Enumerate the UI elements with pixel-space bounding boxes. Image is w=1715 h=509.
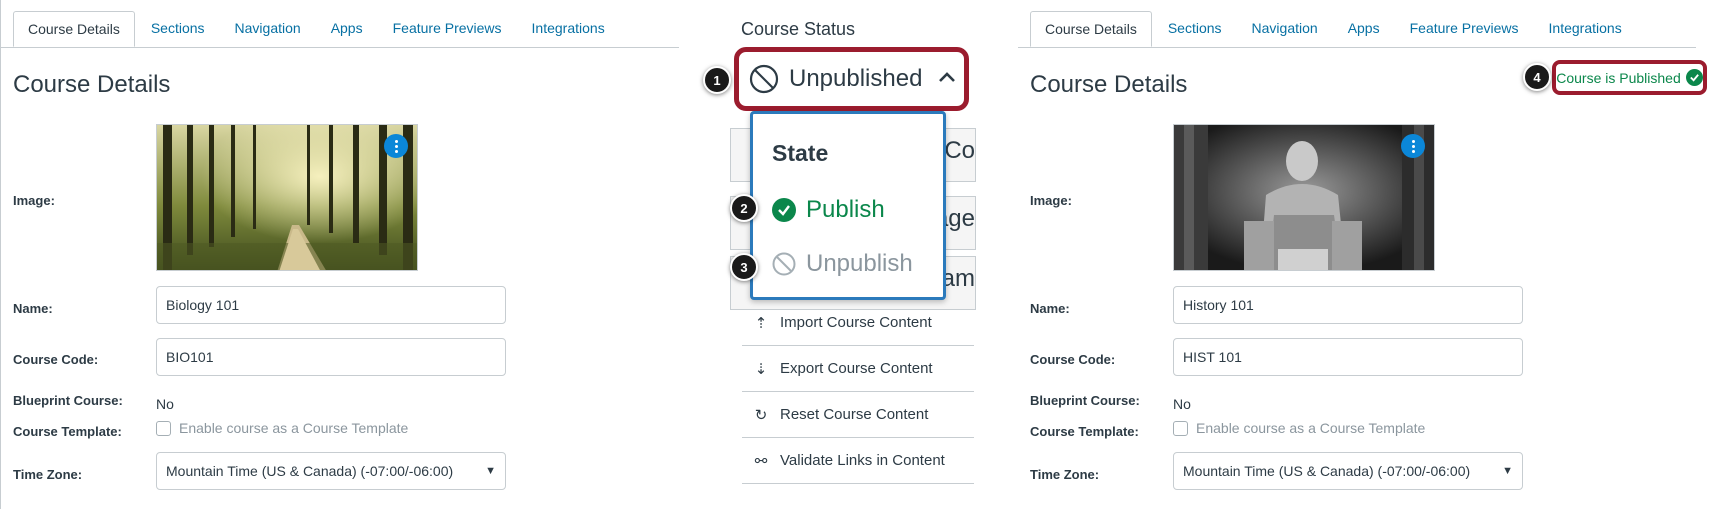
course-status-label: Unpublished [789,65,923,92]
time-zone-value: Mountain Time (US & Canada) (-07:00/-06:… [1183,463,1471,479]
course-actions-list: ⇡ Import Course Content ⇣ Export Course … [742,300,974,484]
course-published-label: Course is Published [1556,69,1681,86]
step-badge-2: 2 [730,194,758,222]
settings-tabs: Course Details Sections Navigation Apps … [1018,11,1696,48]
course-state-dropdown: State Publish Unpublish [750,111,946,300]
validate-links-label: Validate Links in Content [780,452,945,469]
export-course-content-link[interactable]: ⇣ Export Course Content [742,346,974,392]
tab-navigation[interactable]: Navigation [221,11,315,47]
import-course-content-link[interactable]: ⇡ Import Course Content [742,300,974,346]
course-image-lincoln-memorial [1173,124,1435,271]
validate-links-link[interactable]: ⚯ Validate Links in Content [742,438,974,484]
course-template-checkbox[interactable] [156,420,171,436]
course-code-label: Course Code: [13,352,99,367]
name-label: Name: [1030,301,1070,316]
unpublish-option[interactable]: Unpublish [772,250,913,278]
tab-navigation[interactable]: Navigation [1238,11,1332,47]
chevron-down-icon: ▼ [1502,465,1513,477]
tab-feature-previews[interactable]: Feature Previews [1396,11,1533,47]
image-options-kebab-icon[interactable] [384,134,408,158]
check-circle-icon [772,198,796,222]
course-image-forest [156,124,418,271]
course-settings-panel-history: Course Details Sections Navigation Apps … [1018,0,1715,509]
tab-course-details[interactable]: Course Details [1030,11,1152,47]
background-fragment-text: Co [944,137,975,164]
course-settings-panel-biology: Course Details Sections Navigation Apps … [0,0,694,509]
download-icon: ⇣ [754,360,768,378]
dropdown-heading: State [772,140,829,166]
page-title: Course Details [1030,71,1188,98]
course-template-checkbox-label: Enable course as a Course Template [1196,420,1426,436]
course-template-checkbox-label: Enable course as a Course Template [179,420,409,436]
reset-icon: ↻ [754,406,768,424]
tab-apps[interactable]: Apps [1334,11,1394,47]
tab-sections[interactable]: Sections [137,11,219,47]
blueprint-label: Blueprint Course: [13,393,123,408]
time-zone-select[interactable]: Mountain Time (US & Canada) (-07:00/-06:… [1173,452,1523,490]
tab-feature-previews[interactable]: Feature Previews [379,11,516,47]
time-zone-value: Mountain Time (US & Canada) (-07:00/-06:… [166,463,454,479]
chevron-down-icon: ▼ [485,465,496,477]
blueprint-value: No [1173,396,1191,412]
tab-course-details[interactable]: Course Details [13,11,135,47]
step-badge-1: 1 [703,66,731,94]
link-icon: ⚯ [754,452,768,470]
course-template-label: Course Template: [13,424,122,439]
image-options-kebab-icon[interactable] [1401,134,1425,158]
publish-option[interactable]: Publish [772,196,885,224]
tab-sections[interactable]: Sections [1154,11,1236,47]
course-code-label: Course Code: [1030,352,1116,367]
course-template-label: Course Template: [1030,424,1139,439]
name-input[interactable]: History 101 [1173,286,1523,324]
time-zone-label: Time Zone: [13,467,83,482]
course-status-button[interactable]: Unpublished [734,47,969,111]
course-template-checkbox-row[interactable]: Enable course as a Course Template [156,420,408,436]
unpublish-option-label: Unpublish [806,250,913,277]
name-input[interactable]: Biology 101 [156,286,506,324]
unpublished-icon [749,64,779,94]
blueprint-value: No [156,396,174,412]
import-course-content-label: Import Course Content [780,314,932,331]
course-template-checkbox[interactable] [1173,420,1188,436]
name-label: Name: [13,301,53,316]
time-zone-label: Time Zone: [1030,467,1100,482]
course-template-checkbox-row[interactable]: Enable course as a Course Template [1173,420,1425,436]
time-zone-select[interactable]: Mountain Time (US & Canada) (-07:00/-06:… [156,452,506,490]
blueprint-label: Blueprint Course: [1030,393,1140,408]
tab-integrations[interactable]: Integrations [1535,11,1636,47]
settings-tabs: Course Details Sections Navigation Apps … [1,11,679,48]
unpublished-icon [772,252,796,276]
course-status-panel: Course Status Co Page ream Unpublished S… [694,0,1018,509]
publish-option-label: Publish [806,196,885,223]
reset-course-content-label: Reset Course Content [780,406,929,423]
image-label: Image: [13,193,55,208]
course-code-input[interactable]: HIST 101 [1173,338,1523,376]
image-label: Image: [1030,193,1072,208]
reset-course-content-link[interactable]: ↻ Reset Course Content [742,392,974,438]
course-code-input[interactable]: BIO101 [156,338,506,376]
course-published-status[interactable]: Course is Published [1552,60,1707,95]
step-badge-3: 3 [730,253,758,281]
caret-up-icon [938,70,956,88]
check-circle-icon [1685,69,1703,86]
tab-apps[interactable]: Apps [317,11,377,47]
upload-icon: ⇡ [754,314,768,332]
tab-integrations[interactable]: Integrations [518,11,619,47]
export-course-content-label: Export Course Content [780,360,933,377]
step-badge-4: 4 [1523,63,1551,91]
page-title: Course Details [13,71,171,98]
course-status-heading: Course Status [741,19,856,39]
